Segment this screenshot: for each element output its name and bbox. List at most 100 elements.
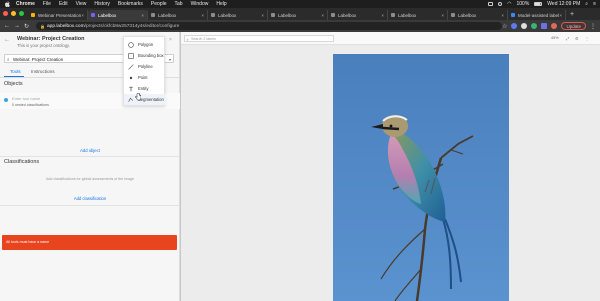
browser-tab[interactable]: Labelbox × [388, 10, 448, 20]
kebab-menu-icon[interactable]: ⋮ [590, 23, 596, 30]
browser-tab-strip: Webinar Presentation × Labelbox × Labelbox… [0, 8, 600, 20]
labeling-image[interactable] [333, 54, 509, 301]
menu-app-name[interactable]: Chrome [16, 1, 35, 7]
menu-item-segmentation[interactable]: Segmentation [124, 94, 166, 105]
update-button[interactable]: Update [561, 22, 586, 30]
labelbox-icon [391, 13, 395, 17]
close-icon[interactable]: × [501, 13, 504, 18]
extension-icon[interactable] [511, 23, 518, 29]
classifications-heading: Classifications [4, 159, 40, 165]
browser-tab[interactable]: Labelbox × [268, 10, 328, 20]
extension-icon[interactable] [531, 23, 538, 29]
browser-tab[interactable]: Labelbox × [148, 10, 208, 20]
panel-splitter[interactable] [180, 32, 181, 301]
divider [0, 205, 180, 206]
close-icon[interactable]: × [381, 13, 384, 18]
browser-tab[interactable]: Labelbox × [208, 10, 268, 20]
menu-item-polyline[interactable]: Polyline [124, 61, 166, 72]
menu-item-label: Point [138, 75, 148, 80]
tab-label: Labelbox [278, 12, 297, 18]
close-icon[interactable]: × [559, 13, 562, 18]
record-icon[interactable] [498, 2, 503, 6]
tab-instructions[interactable]: Instructions [31, 69, 55, 74]
menu-item-label: Bounding box [138, 53, 164, 58]
entity-icon [128, 86, 134, 92]
menu-item-entity[interactable]: Entity [124, 83, 166, 94]
apple-icon[interactable] [4, 1, 10, 7]
clock[interactable]: Wed 12:09 PM [547, 1, 580, 7]
labelbox-app: ← Webinar: Project Creation This is your… [0, 32, 600, 301]
new-tab-button[interactable]: + [570, 10, 574, 20]
menu-item-label: Segmentation [138, 97, 164, 102]
search-icon[interactable]: ⌕ [585, 1, 588, 7]
close-window-button[interactable] [3, 11, 8, 16]
back-arrow-icon[interactable]: ← [4, 37, 10, 43]
point-icon [128, 75, 134, 81]
close-icon[interactable]: × [81, 13, 84, 18]
menu-tab[interactable]: Tab [175, 1, 183, 7]
polygon-icon [128, 41, 134, 48]
close-icon[interactable]: × [321, 13, 324, 18]
battery-icon[interactable] [534, 2, 543, 6]
close-icon[interactable]: × [201, 13, 204, 18]
wifi-icon[interactable]: ◠ [507, 1, 511, 7]
bird-photo [333, 54, 509, 301]
menu-view[interactable]: View [76, 1, 87, 7]
address-bar[interactable]: 🔒 app.labelbox.com /projects/ckfcb8w2573… [36, 22, 503, 30]
menu-window[interactable]: Window [191, 1, 209, 7]
labelbox-icon [271, 13, 275, 17]
tab-label: Labelbox [218, 12, 237, 18]
tool-type-menu: Polygon Bounding box Polyline Point Enti… [123, 36, 166, 106]
close-icon[interactable]: × [169, 37, 172, 43]
browser-tab-active[interactable]: Labelbox × [88, 10, 148, 20]
close-icon[interactable]: × [261, 13, 264, 18]
menu-edit[interactable]: Edit [59, 1, 68, 7]
browser-tab[interactable]: Labelbox × [328, 10, 388, 20]
menu-file[interactable]: File [43, 1, 51, 7]
forward-icon[interactable]: → [14, 23, 20, 29]
menu-list-icon[interactable]: ≡ [593, 1, 596, 7]
settings-icon[interactable]: ⚙ [575, 36, 579, 41]
minimize-window-button[interactable] [11, 11, 16, 16]
screen-icon[interactable] [488, 2, 494, 6]
star-icon[interactable]: ☆ [502, 23, 507, 30]
color-dot[interactable] [4, 98, 8, 102]
browser-tab[interactable]: Webinar Presentation × [28, 10, 88, 20]
reload-icon[interactable]: ↻ [24, 23, 29, 30]
tool-name-input[interactable]: Enter tool name [12, 96, 40, 101]
menu-item-polygon[interactable]: Polygon [124, 39, 166, 50]
more-icon[interactable]: ⋮ [585, 36, 589, 41]
menu-help[interactable]: Help [216, 1, 226, 7]
menu-bookmarks[interactable]: Bookmarks [118, 1, 143, 7]
menu-history[interactable]: History [94, 1, 110, 7]
lock-icon[interactable]: 🔒 [40, 24, 45, 29]
browser-tab[interactable]: Model-assisted label × [508, 10, 566, 20]
browser-tab[interactable]: Labelbox × [448, 10, 508, 20]
fit-screen-icon[interactable]: ⤢ [566, 36, 569, 41]
extension-icon[interactable] [541, 23, 548, 29]
segmentation-icon [128, 97, 134, 103]
editor-toolbar: ⌕ Search 2 labels 45% ⤢ ⚙ ⋮ [181, 32, 600, 45]
maximize-window-button[interactable] [19, 11, 24, 16]
nested-classifications-count: 0 nested classifications [12, 103, 49, 107]
profile-avatar[interactable] [551, 23, 558, 29]
extension-icon[interactable] [521, 23, 528, 29]
close-icon[interactable]: × [441, 13, 444, 18]
project-subtitle: This is your project ontology. [17, 43, 70, 48]
url-domain: app.labelbox.com [47, 23, 85, 29]
tab-label: Labelbox [98, 12, 117, 18]
tab-tools[interactable]: Tools [10, 69, 21, 74]
error-banner: All tools must have a name [2, 235, 177, 250]
menu-item-bounding-box[interactable]: Bounding box [124, 50, 166, 61]
menu-people[interactable]: People [151, 1, 167, 7]
add-classification-button[interactable]: Add classification [0, 196, 180, 201]
add-object-button[interactable]: Add object [0, 148, 180, 153]
label-search-input[interactable]: ⌕ Search 2 labels [184, 35, 334, 42]
back-icon[interactable]: ← [4, 23, 10, 29]
close-icon[interactable]: × [141, 13, 144, 18]
chevron-down-icon: ▾ [168, 57, 171, 62]
zoom-level[interactable]: 45% [551, 36, 559, 40]
menu-item-point[interactable]: Point [124, 72, 166, 83]
labelbox-icon [451, 13, 455, 17]
window-controls [3, 11, 24, 16]
